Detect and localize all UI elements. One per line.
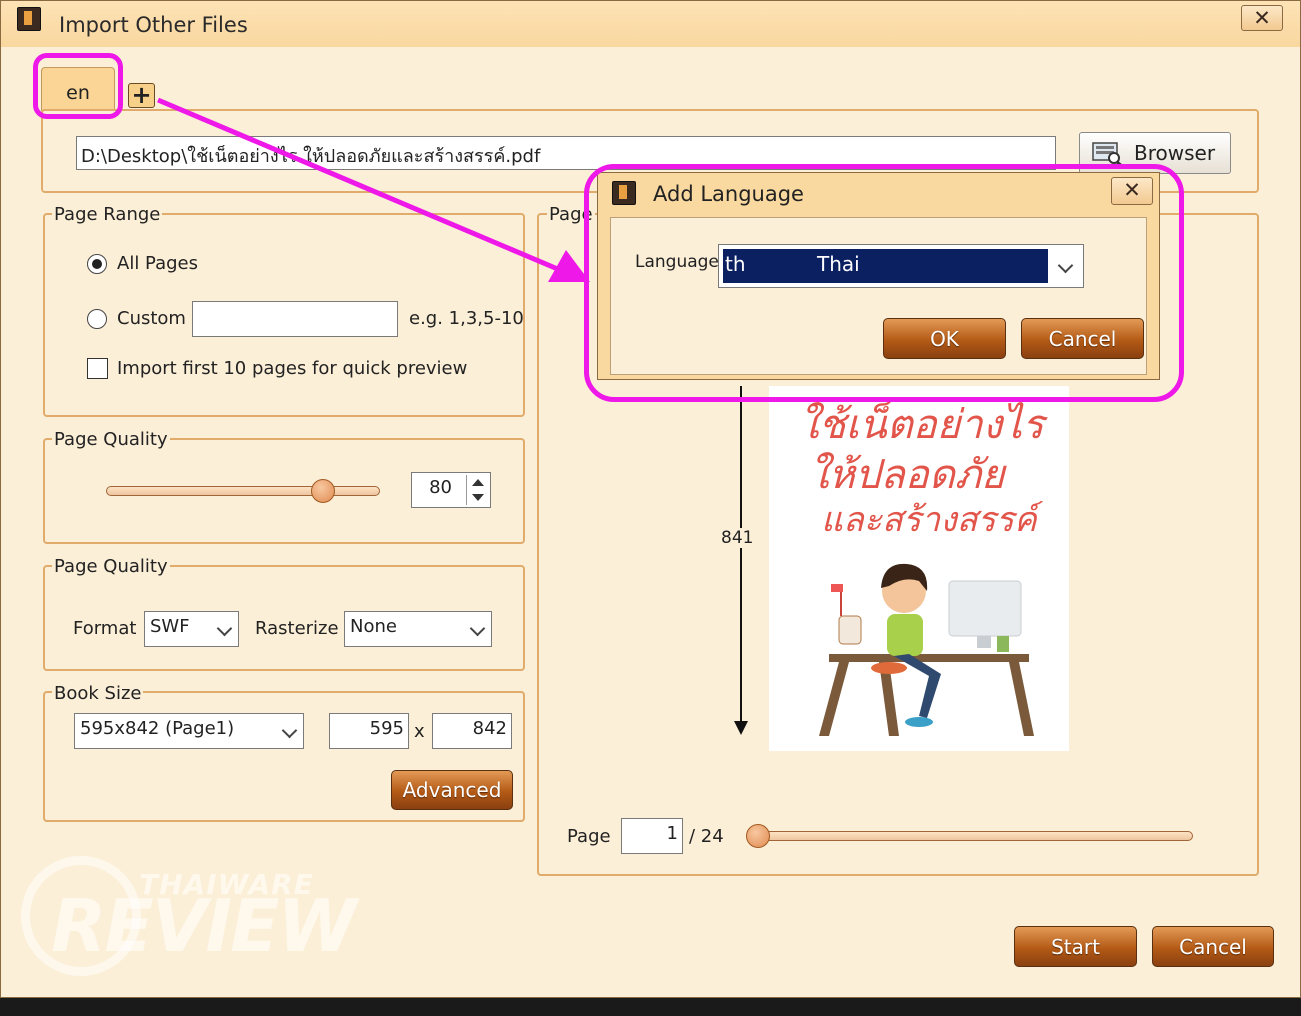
highlight-dialog-box <box>584 164 1184 402</box>
title-bar: Import Other Files ✕ <box>1 1 1300 47</box>
page-number-input[interactable]: 1 <box>621 818 683 854</box>
page-quality-label: Page Quality <box>52 429 170 450</box>
rasterize-label: Rasterize <box>255 618 339 639</box>
person-at-desk-illustration <box>819 563 1034 736</box>
window-title: Import Other Files <box>59 13 248 37</box>
height-arrow-head <box>734 721 748 735</box>
import-other-files-window: Import Other Files ✕ en + D:\Desktop\ใช้… <box>0 0 1301 998</box>
page-thumbnail: ใช้เน็ตอย่างไร ให้ปลอดภัย และสร้างสรรค์ <box>769 386 1069 751</box>
quick-preview-label: Import first 10 pages for quick preview <box>117 358 468 379</box>
all-pages-label: All Pages <box>117 253 198 274</box>
highlight-tab-box <box>33 53 123 119</box>
custom-label: Custom <box>117 308 186 329</box>
cancel-button[interactable]: Cancel <box>1152 926 1274 967</box>
height-marker-label: 841 <box>721 528 754 548</box>
start-button[interactable]: Start <box>1014 926 1137 967</box>
chevron-down-icon <box>281 722 298 739</box>
custom-radio[interactable] <box>87 309 107 329</box>
book-size-preset-select[interactable]: 595x842 (Page1) <box>74 713 304 749</box>
quick-preview-checkbox[interactable] <box>87 358 108 379</box>
quality-spinner[interactable] <box>466 475 489 505</box>
quality-slider-track[interactable] <box>106 486 380 496</box>
page-total: / 24 <box>689 826 724 847</box>
format-select[interactable]: SWF <box>144 611 239 647</box>
size-separator: x <box>414 721 425 742</box>
app-icon <box>17 7 41 31</box>
page-nav-label: Page <box>567 826 611 847</box>
watermark-product: REVIEW <box>51 884 357 968</box>
height-arrow-line <box>740 386 742 724</box>
format-label: Format <box>73 618 137 639</box>
browser-button-label: Browser <box>1134 141 1216 165</box>
book-size-label: Book Size <box>52 683 144 704</box>
spin-down-icon[interactable] <box>472 494 484 501</box>
book-height-input[interactable]: 842 <box>432 713 512 749</box>
range-example-hint: e.g. 1,3,5-10 <box>409 308 524 329</box>
rasterize-value: None <box>350 616 397 637</box>
custom-range-input[interactable] <box>192 301 398 337</box>
format-value: SWF <box>150 616 190 637</box>
all-pages-radio[interactable] <box>87 254 107 274</box>
book-width-input[interactable]: 595 <box>329 713 409 749</box>
chevron-down-icon <box>469 620 486 637</box>
add-language-button[interactable]: + <box>128 83 155 108</box>
output-group-label: Page Quality <box>52 556 170 577</box>
page-slider-thumb[interactable] <box>746 824 770 848</box>
chevron-down-icon <box>216 620 233 637</box>
window-close-button[interactable]: ✕ <box>1241 5 1283 31</box>
book-size-preset-value: 595x842 (Page1) <box>80 718 235 739</box>
watermark-logo: THAIWARE REVIEW <box>21 856 381 986</box>
quality-slider-thumb[interactable] <box>311 479 335 503</box>
spin-up-icon[interactable] <box>472 479 484 486</box>
advanced-button[interactable]: Advanced <box>391 770 513 810</box>
page-range-label: Page Range <box>52 204 163 225</box>
page-slider-track[interactable] <box>749 831 1193 841</box>
rasterize-select[interactable]: None <box>344 611 492 647</box>
